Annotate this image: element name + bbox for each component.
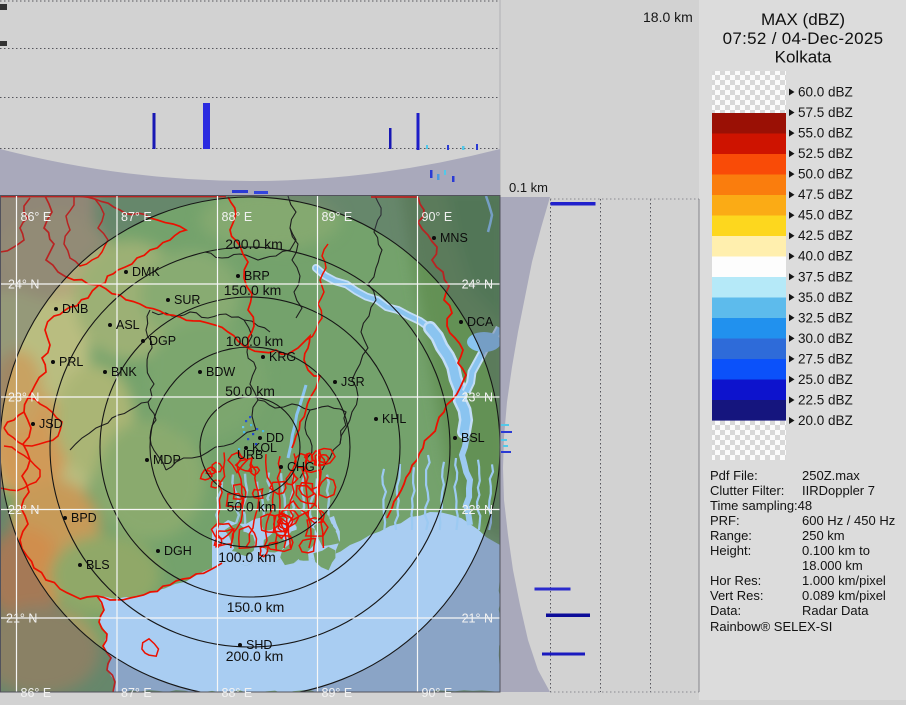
svg-text:CHG: CHG	[287, 460, 315, 474]
svg-text:35.0 dBZ: 35.0 dBZ	[798, 290, 853, 305]
svg-text:90° E: 90° E	[422, 210, 453, 224]
svg-text:BLS: BLS	[86, 558, 110, 572]
svg-text:JSD: JSD	[39, 417, 63, 431]
svg-text:22° N: 22° N	[8, 503, 39, 517]
svg-text:0.089 km/pixel: 0.089 km/pixel	[802, 588, 886, 603]
svg-text:BNK: BNK	[111, 365, 137, 379]
svg-text:BDW: BDW	[206, 365, 235, 379]
svg-text:200.0 km: 200.0 km	[225, 236, 283, 252]
svg-text:21° N: 21° N	[6, 612, 37, 626]
svg-text:250 km: 250 km	[802, 528, 845, 543]
svg-text:86° E: 86° E	[21, 686, 52, 700]
svg-text:SUR: SUR	[174, 293, 200, 307]
svg-text:1.000 km/pixel: 1.000 km/pixel	[802, 573, 886, 588]
svg-text:PRF:: PRF:	[710, 513, 740, 528]
svg-text:27.5 dBZ: 27.5 dBZ	[798, 351, 853, 366]
svg-text:18.000 km: 18.000 km	[802, 558, 863, 573]
svg-text:24° N: 24° N	[8, 278, 39, 292]
svg-text:30.0 dBZ: 30.0 dBZ	[798, 331, 853, 346]
svg-text:20.0 dBZ: 20.0 dBZ	[798, 413, 853, 428]
svg-text:07:52 / 04-Dec-2025: 07:52 / 04-Dec-2025	[723, 29, 884, 48]
svg-text:86° E: 86° E	[21, 210, 52, 224]
svg-text:47.5 dBZ: 47.5 dBZ	[798, 187, 853, 202]
svg-text:23° N: 23° N	[8, 391, 39, 405]
svg-text:50.0 dBZ: 50.0 dBZ	[798, 167, 853, 182]
svg-text:42.5 dBZ: 42.5 dBZ	[798, 228, 853, 243]
svg-text:PRL: PRL	[59, 355, 83, 369]
svg-text:55.0 dBZ: 55.0 dBZ	[798, 126, 853, 141]
svg-text:KHL: KHL	[382, 412, 406, 426]
svg-text:50.0 km: 50.0 km	[227, 499, 277, 515]
svg-text:ASL: ASL	[116, 318, 140, 332]
svg-text:MAX (dBZ): MAX (dBZ)	[761, 10, 845, 29]
svg-text:32.5 dBZ: 32.5 dBZ	[798, 310, 853, 325]
svg-text:0.100 km to: 0.100 km to	[802, 543, 870, 558]
svg-text:Pdf File:: Pdf File:	[710, 468, 758, 483]
svg-text:90° E: 90° E	[422, 686, 453, 700]
svg-text:21° N: 21° N	[462, 612, 493, 626]
svg-text:40.0 dBZ: 40.0 dBZ	[798, 249, 853, 264]
svg-text:50.0 km: 50.0 km	[225, 383, 275, 399]
svg-text:DMK: DMK	[132, 265, 160, 279]
svg-text:100.0 km: 100.0 km	[226, 333, 284, 349]
svg-text:MNS: MNS	[440, 231, 468, 245]
svg-text:25.0 dBZ: 25.0 dBZ	[798, 372, 853, 387]
svg-text:Range:: Range:	[710, 528, 752, 543]
svg-text:Hor Res:: Hor Res:	[710, 573, 761, 588]
svg-text:Rainbow® SELEX-SI: Rainbow® SELEX-SI	[710, 619, 832, 634]
svg-text:Clutter Filter:: Clutter Filter:	[710, 483, 784, 498]
svg-text:Time sampling:48: Time sampling:48	[710, 498, 812, 513]
svg-text:18.0 km: 18.0 km	[643, 9, 693, 25]
svg-text:Vert Res:: Vert Res:	[710, 588, 763, 603]
svg-text:SHD: SHD	[246, 638, 272, 652]
svg-text:MDP: MDP	[153, 453, 181, 467]
svg-text:89° E: 89° E	[322, 686, 353, 700]
svg-text:BSL: BSL	[461, 431, 485, 445]
svg-text:57.5 dBZ: 57.5 dBZ	[798, 105, 853, 120]
svg-text:KRG: KRG	[269, 350, 296, 364]
svg-text:150.0 km: 150.0 km	[227, 599, 285, 615]
svg-text:JSR: JSR	[341, 375, 365, 389]
svg-text:BRP: BRP	[244, 269, 270, 283]
svg-text:Kolkata: Kolkata	[775, 48, 832, 67]
svg-text:250Z.max: 250Z.max	[802, 468, 860, 483]
svg-text:Height:: Height:	[710, 543, 751, 558]
svg-text:88° E: 88° E	[222, 210, 253, 224]
svg-text:DCA: DCA	[467, 315, 494, 329]
svg-text:Radar Data: Radar Data	[802, 603, 869, 618]
svg-text:52.5 dBZ: 52.5 dBZ	[798, 146, 853, 161]
svg-text:45.0 dBZ: 45.0 dBZ	[798, 208, 853, 223]
svg-text:IIRDoppler 7: IIRDoppler 7	[802, 483, 875, 498]
svg-text:150.0 km: 150.0 km	[224, 282, 282, 298]
svg-text:100.0 km: 100.0 km	[218, 549, 276, 565]
svg-text:88° E: 88° E	[222, 686, 253, 700]
svg-text:BPD: BPD	[71, 511, 97, 525]
svg-text:87° E: 87° E	[121, 210, 152, 224]
svg-text:22.5 dBZ: 22.5 dBZ	[798, 393, 853, 408]
svg-text:22° N: 22° N	[462, 503, 493, 517]
svg-text:0.1 km: 0.1 km	[509, 180, 548, 195]
svg-text:23° N: 23° N	[462, 391, 493, 405]
svg-text:24° N: 24° N	[462, 278, 493, 292]
svg-text:DGH: DGH	[164, 544, 192, 558]
svg-text:DNB: DNB	[62, 302, 88, 316]
svg-text:Data:: Data:	[710, 603, 741, 618]
svg-text:60.0 dBZ: 60.0 dBZ	[798, 85, 853, 100]
svg-text:DGP: DGP	[149, 334, 176, 348]
svg-text:600 Hz / 450 Hz: 600 Hz / 450 Hz	[802, 513, 895, 528]
svg-text:89° E: 89° E	[322, 210, 353, 224]
svg-text:87° E: 87° E	[121, 686, 152, 700]
svg-text:URB: URB	[237, 448, 263, 462]
svg-text:37.5 dBZ: 37.5 dBZ	[798, 269, 853, 284]
